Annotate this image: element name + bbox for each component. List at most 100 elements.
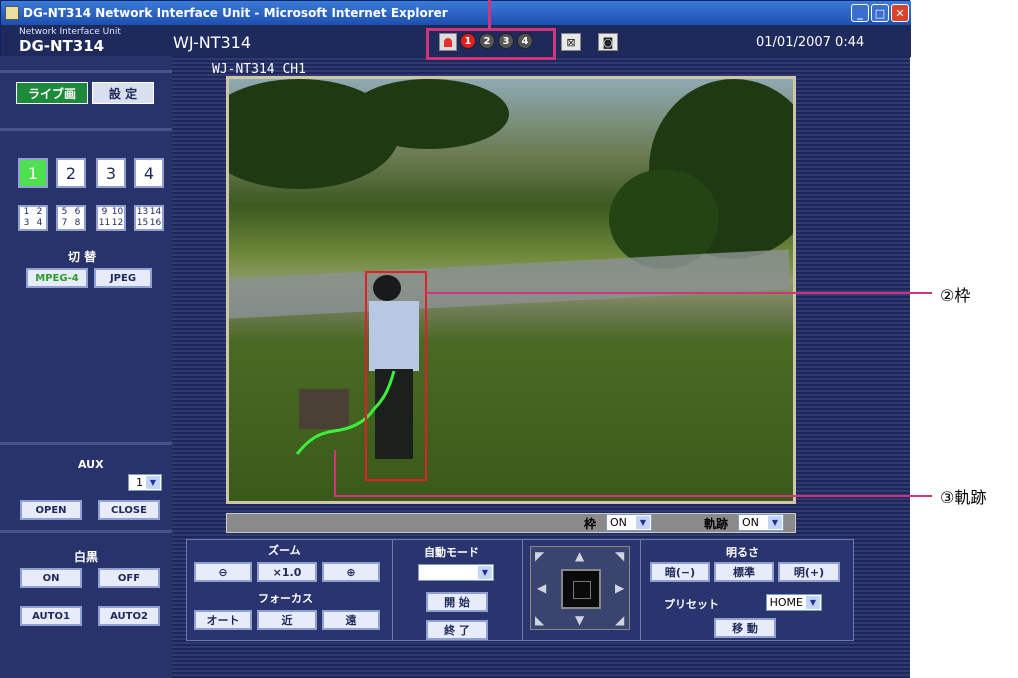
auto-mode-select[interactable]: ▼ <box>418 564 494 581</box>
brightness-standard-button[interactable]: 標準 <box>714 562 774 582</box>
chevron-down-icon[interactable]: ▼ <box>146 476 160 489</box>
quad-cell: 7 <box>61 218 68 228</box>
trail-callout-line <box>334 495 932 497</box>
detection-frame <box>365 271 427 481</box>
panel-divider <box>392 539 393 641</box>
chevron-down-icon[interactable]: ▼ <box>768 516 782 529</box>
frame-select[interactable]: ON ▼ <box>606 514 652 531</box>
quad-cell: 1 <box>23 207 30 217</box>
camera-title: WJ-NT314 CH1 <box>212 62 306 77</box>
panel-divider <box>640 539 641 641</box>
chevron-down-icon[interactable]: ▼ <box>636 516 650 529</box>
brightness-dark-button[interactable]: 暗(−) <box>650 562 710 582</box>
preset-select[interactable]: HOME ▼ <box>766 594 822 611</box>
channel-4-button[interactable]: 4 <box>134 158 164 188</box>
focus-far-button[interactable]: 遠 <box>322 610 380 630</box>
focus-auto-button[interactable]: オート <box>194 610 252 630</box>
zoom-out-button[interactable]: ⊖ <box>194 562 252 582</box>
channel-2-button[interactable]: 2 <box>56 158 86 188</box>
frame-annotation: ②枠 <box>940 286 971 305</box>
quad-cell: 4 <box>36 218 43 228</box>
preset-move-button[interactable]: 移 動 <box>714 618 776 638</box>
quad-cell: 5 <box>61 207 68 217</box>
chevron-down-icon[interactable]: ▼ <box>478 566 492 579</box>
tree-image <box>349 79 509 149</box>
tab-live[interactable]: ライブ画 <box>16 82 88 104</box>
arrow-up-icon[interactable]: ▲ <box>575 549 584 563</box>
trail-annotation: ③軌跡 <box>940 488 987 507</box>
aux-open-button[interactable]: OPEN <box>20 500 82 520</box>
fullscreen-icon[interactable]: ⊠ <box>561 33 581 51</box>
arrow-down-left-icon[interactable]: ◣ <box>535 613 544 627</box>
stop-button[interactable]: 終 了 <box>426 620 488 640</box>
arrow-right-icon[interactable]: ▶ <box>615 581 624 595</box>
aux-close-button[interactable]: CLOSE <box>98 500 160 520</box>
bw-auto1-button[interactable]: AUTO1 <box>20 606 82 626</box>
quad-cell: 3 <box>23 218 30 228</box>
brand-name: DG-NT314 <box>19 37 105 55</box>
quad-cell: 6 <box>74 207 81 217</box>
aux-select[interactable]: 1 ▼ <box>128 474 162 491</box>
live-video[interactable] <box>226 76 796 504</box>
switch-label: 切 替 <box>68 250 97 264</box>
restore-button[interactable]: □ <box>871 4 889 22</box>
device-name: WJ-NT314 <box>173 33 252 52</box>
frame-callout-line <box>426 292 932 294</box>
channel-3-button[interactable]: 3 <box>96 158 126 188</box>
quad-13-16-button[interactable]: 13 14 15 16 <box>134 205 164 231</box>
zoom-in-button[interactable]: ⊕ <box>322 562 380 582</box>
preset-select-value: HOME <box>769 596 803 609</box>
bw-on-button[interactable]: ON <box>20 568 82 588</box>
window-title: DG-NT314 Network Interface Unit - Micros… <box>23 6 448 20</box>
arrow-up-left-icon[interactable]: ◤ <box>535 549 544 563</box>
callout-line <box>488 0 491 30</box>
bw-off-button[interactable]: OFF <box>98 568 160 588</box>
arrow-up-right-icon[interactable]: ◥ <box>615 549 624 563</box>
title-bar: DG-NT314 Network Interface Unit - Micros… <box>1 1 911 25</box>
chevron-down-icon[interactable]: ▼ <box>806 596 820 609</box>
panel-divider <box>522 539 523 641</box>
trail-select[interactable]: ON ▼ <box>738 514 784 531</box>
focus-title: フォーカス <box>258 592 313 605</box>
arrow-left-icon[interactable]: ◀ <box>537 581 546 595</box>
quad-5-8-button[interactable]: 5678 <box>56 205 86 231</box>
sidebar-divider <box>0 530 172 533</box>
tab-setup[interactable]: 設 定 <box>92 82 154 104</box>
frame-label: 枠 <box>584 517 597 531</box>
quad-cell: 9 <box>101 207 108 217</box>
brand-subtitle: Network Interface Unit <box>19 27 121 37</box>
home-position-button[interactable] <box>561 569 601 609</box>
start-button[interactable]: 開 始 <box>426 592 488 612</box>
focus-near-button[interactable]: 近 <box>257 610 317 630</box>
quad-cell: 16 <box>149 218 162 228</box>
channel-1-button[interactable]: 1 <box>18 158 48 188</box>
minimize-button[interactable]: _ <box>851 4 869 22</box>
quad-cell: 11 <box>98 218 111 228</box>
brightness-title: 明るさ <box>726 546 759 559</box>
camera-snapshot-icon[interactable]: ◙ <box>598 33 618 51</box>
sidebar-divider <box>0 70 172 73</box>
arrow-down-icon[interactable]: ▼ <box>575 613 584 627</box>
ie-icon <box>5 6 19 20</box>
trail-label: 軌跡 <box>704 517 729 531</box>
auto-mode-title: 自動モード <box>424 546 479 559</box>
quad-cell: 15 <box>136 218 149 228</box>
pan-tilt-pad[interactable]: ▲ ▼ ◀ ▶ ◤ ◥ ◣ ◢ <box>530 546 630 630</box>
arrow-down-right-icon[interactable]: ◢ <box>615 613 624 627</box>
aux-select-value: 1 <box>136 476 143 489</box>
jpeg-button[interactable]: JPEG <box>94 268 152 288</box>
quad-9-12-button[interactable]: 9 10 11 12 <box>96 205 126 231</box>
aux-label: AUX <box>78 458 104 471</box>
brightness-light-button[interactable]: 明(+) <box>778 562 840 582</box>
quad-cell: 10 <box>111 207 124 217</box>
close-button[interactable]: ✕ <box>891 4 909 22</box>
frame-select-value: ON <box>610 516 627 529</box>
preset-title: プリセット <box>664 598 719 611</box>
zoom-reset-button[interactable]: ×1.0 <box>257 562 317 582</box>
sidebar-divider <box>0 128 172 131</box>
quad-cell: 2 <box>36 207 43 217</box>
trail-callout-vertical <box>334 450 336 496</box>
mpeg4-button[interactable]: MPEG-4 <box>26 268 88 288</box>
quad-1-4-button[interactable]: 1234 <box>18 205 48 231</box>
bw-auto2-button[interactable]: AUTO2 <box>98 606 160 626</box>
